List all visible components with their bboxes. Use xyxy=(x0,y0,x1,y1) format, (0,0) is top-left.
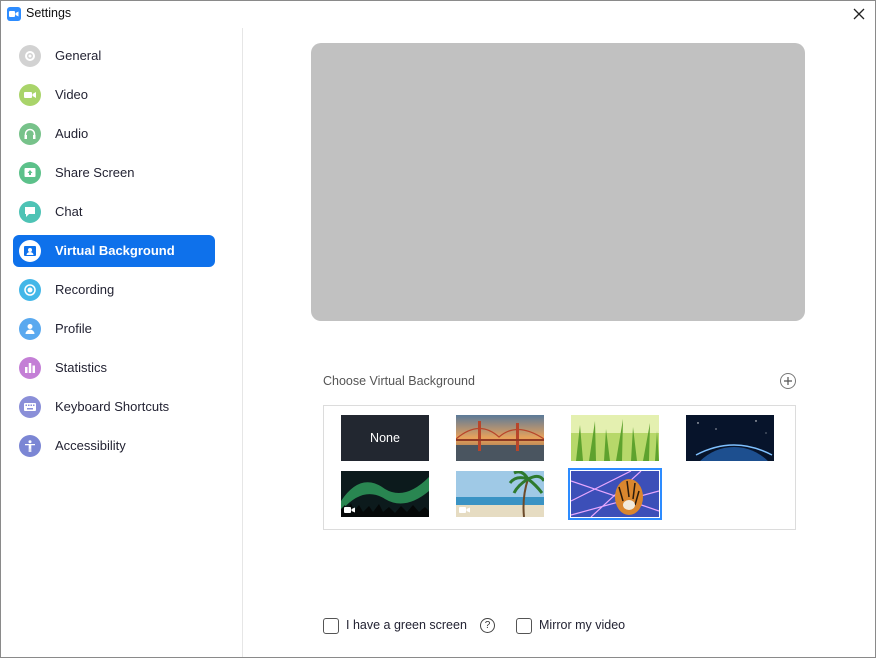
background-thumb-aurora[interactable] xyxy=(341,471,429,517)
sidebar-item-label: Share Screen xyxy=(55,165,135,180)
green-screen-label: I have a green screen xyxy=(346,618,467,632)
background-thumb-tiger[interactable] xyxy=(568,468,662,520)
sidebar-item-label: Virtual Background xyxy=(55,243,175,258)
accessibility-icon xyxy=(19,435,41,457)
sidebar-item-chat[interactable]: Chat xyxy=(13,196,215,228)
headphones-icon xyxy=(19,123,41,145)
record-icon xyxy=(19,279,41,301)
title-bar: Settings xyxy=(1,1,875,27)
sidebar-item-general[interactable]: General xyxy=(13,40,215,72)
green-screen-option[interactable]: I have a green screen ? xyxy=(323,617,503,635)
background-thumb-golden-gate[interactable] xyxy=(456,415,544,461)
video-icon xyxy=(344,507,355,513)
sidebar-item-virtual-background[interactable]: Virtual Background xyxy=(13,235,215,267)
virtual-background-panel: Choose Virtual Background None I have a … xyxy=(243,28,875,657)
background-thumb-beach[interactable] xyxy=(456,471,544,517)
person-card-icon xyxy=(19,240,41,262)
plus-icon xyxy=(784,377,792,385)
sidebar-item-label: Audio xyxy=(55,126,89,141)
background-thumb-earth-space[interactable] xyxy=(686,415,774,461)
sidebar-item-label: Keyboard Shortcuts xyxy=(55,399,170,414)
sidebar-item-label: Recording xyxy=(55,282,115,297)
video-camera-icon xyxy=(19,84,41,106)
mirror-video-checkbox[interactable] xyxy=(516,618,532,634)
background-thumb-grass[interactable] xyxy=(571,415,659,461)
background-gallery: None xyxy=(323,405,796,530)
sidebar-item-label: Chat xyxy=(55,204,83,219)
share-screen-icon xyxy=(19,162,41,184)
sidebar-item-accessibility[interactable]: Accessibility xyxy=(13,430,215,462)
video-icon xyxy=(459,507,470,513)
mirror-video-label: Mirror my video xyxy=(539,618,626,632)
chat-bubble-icon xyxy=(19,201,41,223)
close-icon xyxy=(853,8,865,20)
sidebar-item-keyboard-shortcuts[interactable]: Keyboard Shortcuts xyxy=(13,391,215,423)
help-icon[interactable]: ? xyxy=(480,618,495,633)
window-title: Settings xyxy=(26,6,72,20)
zoom-app-icon xyxy=(7,7,21,21)
sidebar-item-share-screen[interactable]: Share Screen xyxy=(13,157,215,189)
mirror-video-option[interactable]: Mirror my video xyxy=(516,617,646,635)
green-screen-checkbox[interactable] xyxy=(323,618,339,634)
sidebar-item-video[interactable]: Video xyxy=(13,79,215,111)
background-none-label: None xyxy=(370,431,400,445)
sidebar-item-label: General xyxy=(55,48,102,63)
sidebar-item-label: Profile xyxy=(55,321,92,336)
bar-chart-icon xyxy=(19,357,41,379)
background-thumb-none[interactable]: None xyxy=(341,415,429,461)
sidebar-item-label: Accessibility xyxy=(55,438,126,453)
section-title: Choose Virtual Background xyxy=(323,374,475,388)
person-icon xyxy=(19,318,41,340)
video-preview xyxy=(311,43,805,321)
settings-window: Settings General Video Audio Share Scree… xyxy=(0,0,876,658)
sidebar-item-recording[interactable]: Recording xyxy=(13,274,215,306)
sidebar-item-profile[interactable]: Profile xyxy=(13,313,215,345)
sidebar-item-label: Video xyxy=(55,87,89,102)
sidebar-item-audio[interactable]: Audio xyxy=(13,118,215,150)
sidebar-item-statistics[interactable]: Statistics xyxy=(13,352,215,384)
sidebar-item-label: Statistics xyxy=(55,360,108,375)
keyboard-icon xyxy=(19,396,41,418)
settings-sidebar: General Video Audio Share Screen Chat Vi… xyxy=(1,28,243,657)
close-button[interactable] xyxy=(847,3,871,25)
add-background-button[interactable] xyxy=(780,373,796,389)
gear-icon xyxy=(19,45,41,67)
